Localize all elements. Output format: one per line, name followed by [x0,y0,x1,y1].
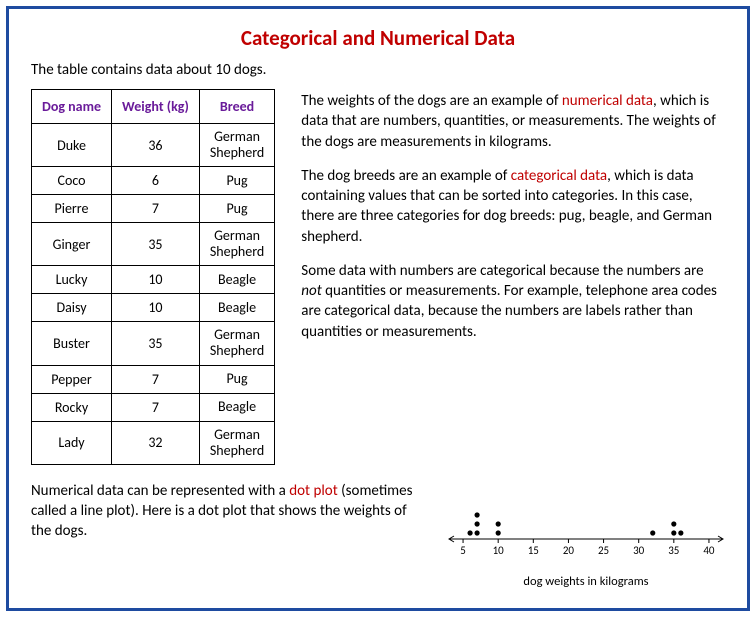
paragraph-numerical: The weights of the dogs are an example o… [301,91,725,152]
cell-weight: 7 [112,393,200,421]
svg-text:35: 35 [668,544,679,557]
cell-dog-name: Ginger [32,223,112,266]
cell-breed: Beagle [199,266,274,294]
col-dog-name: Dog name [32,90,112,124]
dot-plot-chart: 510152025303540 dog weights in kilograms [441,481,731,571]
table-row: Pierre7Pug [32,195,275,223]
svg-text:25: 25 [598,544,609,557]
cell-weight: 10 [112,266,200,294]
cell-breed: GermanShepherd [199,223,274,266]
emphasis-not: not [301,282,321,300]
term-dot-plot: dot plot [289,482,337,500]
cell-breed: Beagle [199,393,274,421]
dogs-table-wrap: Dog name Weight (kg) Breed Duke36GermanS… [31,89,275,465]
cell-dog-name: Lady [32,421,112,464]
cell-breed: GermanShepherd [199,322,274,365]
cell-weight: 10 [112,294,200,322]
svg-text:30: 30 [633,544,645,557]
paragraph-note: Some data with numbers are categorical b… [301,261,725,342]
term-numerical-data: numerical data [562,92,653,110]
table-row: Lady32GermanShepherd [32,421,275,464]
cell-dog-name: Lucky [32,266,112,294]
cell-dog-name: Duke [32,124,112,167]
term-categorical-data: categorical data [511,167,607,185]
table-row: Duke36GermanShepherd [32,124,275,167]
cell-breed: Pug [199,195,274,223]
text: quantities or measurements. For example,… [301,282,717,341]
cell-weight: 36 [112,124,200,167]
svg-text:20: 20 [563,544,575,557]
dotplot-intro: Numerical data can be represented with a… [31,481,421,542]
table-row: Rocky7Beagle [32,393,275,421]
cell-weight: 7 [112,365,200,393]
text: Some data with numbers are categorical b… [301,262,703,280]
svg-text:40: 40 [703,544,715,557]
cell-dog-name: Pierre [32,195,112,223]
text: The weights of the dogs are an example o… [301,92,562,110]
document-frame: Categorical and Numerical Data The table… [6,6,750,611]
cell-breed: GermanShepherd [199,421,274,464]
cell-weight: 7 [112,195,200,223]
col-weight: Weight (kg) [112,90,200,124]
intro-text: The table contains data about 10 dogs. [31,61,725,79]
explanation-column: The weights of the dogs are an example o… [301,89,725,465]
table-row: Daisy10Beagle [32,294,275,322]
cell-weight: 6 [112,167,200,195]
cell-weight: 35 [112,322,200,365]
svg-text:5: 5 [460,544,466,557]
dogs-table: Dog name Weight (kg) Breed Duke36GermanS… [31,89,275,465]
page-title: Categorical and Numerical Data [31,25,725,51]
cell-dog-name: Coco [32,167,112,195]
table-row: Buster35GermanShepherd [32,322,275,365]
main-content-row: Dog name Weight (kg) Breed Duke36GermanS… [31,89,725,465]
cell-dog-name: Buster [32,322,112,365]
svg-text:10: 10 [493,544,505,557]
paragraph-categorical: The dog breeds are an example of categor… [301,166,725,247]
cell-breed: Pug [199,167,274,195]
cell-weight: 35 [112,223,200,266]
cell-weight: 32 [112,421,200,464]
col-breed: Breed [199,90,274,124]
cell-breed: GermanShepherd [199,124,274,167]
svg-text:15: 15 [528,544,539,557]
table-row: Ginger35GermanShepherd [32,223,275,266]
cell-breed: Pug [199,365,274,393]
cell-dog-name: Rocky [32,393,112,421]
dotplot-xlabel: dog weights in kilograms [441,574,731,589]
cell-breed: Beagle [199,294,274,322]
table-row: Coco6Pug [32,167,275,195]
text: Numerical data can be represented with a [31,482,289,500]
cell-dog-name: Daisy [32,294,112,322]
table-row: Lucky10Beagle [32,266,275,294]
bottom-row: Numerical data can be represented with a… [31,481,725,571]
cell-dog-name: Pepper [32,365,112,393]
table-row: Pepper7Pug [32,365,275,393]
table-header-row: Dog name Weight (kg) Breed [32,90,275,124]
text: The dog breeds are an example of [301,167,510,185]
